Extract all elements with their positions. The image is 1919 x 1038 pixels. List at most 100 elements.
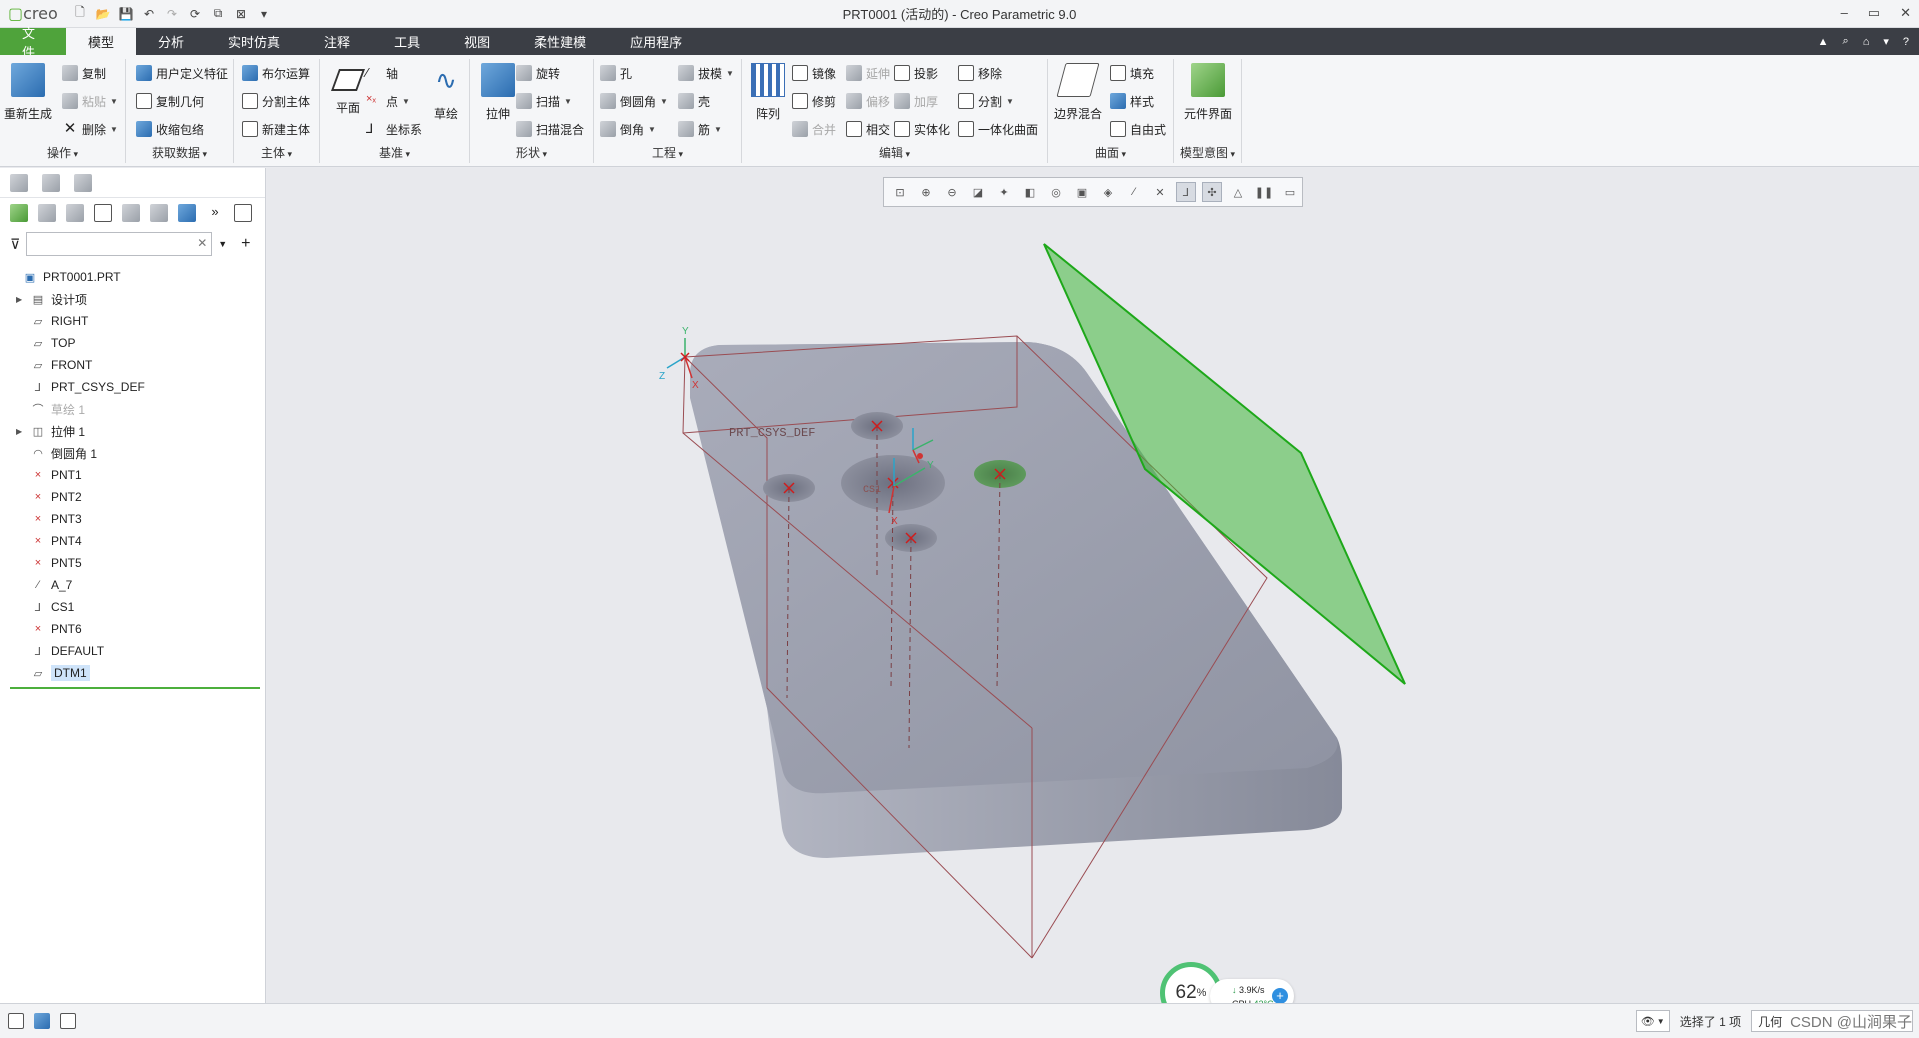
settings-icon[interactable] (178, 204, 196, 222)
regenerate-icon[interactable]: ⟳ (187, 6, 203, 22)
tree-search-input[interactable]: ✕ (26, 232, 213, 256)
fullscreen-icon[interactable] (60, 1013, 76, 1029)
body-icon[interactable] (10, 204, 28, 222)
rib-button[interactable]: 筋 ▼ (678, 119, 722, 139)
merge-button[interactable]: 合并 (792, 119, 836, 139)
udf-button[interactable]: 用户定义特征 (136, 63, 228, 83)
open-file-icon[interactable]: 📂 (95, 6, 111, 22)
community-icon[interactable]: ⌂ (1863, 36, 1870, 48)
chamfer-button[interactable]: 倒角 ▼ (600, 119, 656, 139)
style-button[interactable]: 样式 (1110, 91, 1154, 111)
hole-button[interactable]: 孔 (600, 63, 632, 83)
selection-count[interactable]: 选择了 1 项 (1680, 1013, 1741, 1030)
new-body-button[interactable]: 新建主体 (242, 119, 310, 139)
mirror-button[interactable]: 镜像 (792, 63, 836, 83)
tree-item[interactable]: × PNT1 (0, 464, 265, 486)
project-button[interactable]: 投影 (894, 63, 938, 83)
regenerate-button[interactable]: 重新生成 (2, 63, 54, 122)
redo-icon[interactable]: ↷ (164, 6, 180, 22)
group-label-model-intent[interactable]: 模型意图 (1174, 144, 1241, 161)
notes-icon[interactable] (234, 204, 252, 222)
search-icon[interactable]: ⌕ (1843, 35, 1849, 48)
tree-item[interactable]: ▱ DTM1 (0, 662, 265, 684)
save-icon[interactable]: 💾 (118, 6, 134, 22)
tree-list-icon[interactable] (38, 204, 56, 222)
customize-qa-icon[interactable]: ▾ (256, 6, 272, 22)
tree-root[interactable]: ▣ PRT0001.PRT (0, 266, 265, 288)
tab-tools[interactable]: 工具 (372, 28, 442, 55)
boolean-button[interactable]: 布尔运算 (242, 63, 310, 83)
chevron-down-icon[interactable]: ▼ (218, 239, 227, 249)
minimize-button[interactable]: – (1841, 5, 1848, 21)
remove-button[interactable]: 移除 (958, 63, 1002, 83)
tree-item[interactable]: ⁄ A_7 (0, 574, 265, 596)
restore-button[interactable]: ▭ (1868, 5, 1880, 21)
offset-button[interactable]: 偏移 (846, 91, 890, 111)
extend-button[interactable]: 延伸 (846, 63, 890, 83)
insert-here-marker[interactable] (10, 687, 260, 689)
freestyle-button[interactable]: 自由式 (1110, 119, 1166, 139)
paste-button[interactable]: 粘贴 ▼ (62, 91, 118, 111)
sweep-button[interactable]: 扫描 ▼ (516, 91, 572, 111)
fill-button[interactable]: 填充 (1110, 63, 1154, 83)
delete-button[interactable]: ✕ 删除 ▼ (62, 119, 118, 139)
tab-live-simulation[interactable]: 实时仿真 (206, 28, 302, 55)
close-window-icon[interactable]: ⊠ (233, 6, 249, 22)
add-icon[interactable]: + (241, 235, 250, 253)
tree-detail-icon[interactable] (66, 204, 84, 222)
csys-button[interactable]: ⅃ 坐标系 (366, 119, 422, 139)
tree-item[interactable]: ⅃ CS1 (0, 596, 265, 618)
add-icon[interactable]: + (1272, 988, 1288, 1004)
trim-button[interactable]: 修剪 (792, 91, 836, 111)
tree-item[interactable]: ⌒ 草绘 1 (0, 398, 265, 420)
graphics-window[interactable]: ⊡ ⊕ ⊖ ◪ ✦ ◧ ◎ ▣ ◈ ⁄ ✕ ⅃ ✣ △ ❚❚ ▭ Y X CS1… (267, 168, 1919, 1024)
tree-item[interactable]: ▱ RIGHT (0, 310, 265, 332)
tab-annotate[interactable]: 注释 (302, 28, 372, 55)
group-label-engineering[interactable]: 工程 (594, 144, 741, 161)
tree-item[interactable]: ⅃ PRT_CSYS_DEF (0, 376, 265, 398)
tree-item[interactable]: × PNT4 (0, 530, 265, 552)
tab-model[interactable]: 模型 (66, 28, 137, 55)
tree-item[interactable]: ▶ ◫ 拉伸 1 (0, 420, 265, 442)
tab-analysis[interactable]: 分析 (136, 28, 206, 55)
tree-item[interactable]: ▱ FRONT (0, 354, 265, 376)
tab-view[interactable]: 视图 (442, 28, 512, 55)
group-label-get-data[interactable]: 获取数据 (126, 144, 233, 161)
new-file-icon[interactable]: 🗋 (72, 5, 88, 22)
round-button[interactable]: 倒圆角 ▼ (600, 91, 668, 111)
tree-item[interactable]: ⅃ DEFAULT (0, 640, 265, 662)
tree-item[interactable]: × PNT5 (0, 552, 265, 574)
axis-button[interactable]: ⁄ 轴 (366, 63, 398, 83)
component-interface-button[interactable]: 元件界面 (1182, 63, 1234, 122)
group-label-surfaces[interactable]: 曲面 (1048, 144, 1173, 161)
group-label-operations[interactable]: 操作 (0, 144, 125, 161)
group-label-editing[interactable]: 编辑 (742, 144, 1047, 161)
split-button[interactable]: 分割 ▼ (958, 91, 1014, 111)
clear-icon[interactable]: ✕ (197, 236, 207, 250)
tree-item[interactable]: × PNT3 (0, 508, 265, 530)
help-icon[interactable]: ? (1903, 36, 1909, 48)
settings-icon[interactable]: ▾ (1883, 35, 1889, 48)
thicken-button[interactable]: 加厚 (894, 91, 938, 111)
split-body-button[interactable]: 分割主体 (242, 91, 310, 111)
pattern-button[interactable]: 阵列 (742, 63, 794, 122)
more-icon[interactable]: » (206, 204, 224, 222)
tree-columns-icon[interactable] (94, 204, 112, 222)
sketch-button[interactable]: ∿ 草绘 (420, 63, 472, 122)
point-button[interactable]: ×ₓ 点 ▼ (366, 91, 410, 111)
tree-item[interactable]: ▶ ▤ 设计项 (0, 288, 265, 310)
solidify-button[interactable]: 实体化 (894, 119, 950, 139)
show-icon[interactable] (122, 204, 140, 222)
show-browser-icon[interactable] (34, 1013, 50, 1029)
collapse-ribbon-icon[interactable]: ▲ (1818, 36, 1829, 48)
expand-icon[interactable]: ▶ (16, 295, 28, 304)
tree-filter-icon[interactable] (150, 204, 168, 222)
group-label-shapes[interactable]: 形状 (470, 144, 593, 161)
boundary-blend-button[interactable]: 边界混合 (1052, 63, 1104, 122)
tree-item[interactable]: ◠ 倒圆角 1 (0, 442, 265, 464)
favorites-tab-icon[interactable] (74, 173, 92, 192)
revolve-button[interactable]: 旋转 (516, 63, 560, 83)
close-button[interactable]: ✕ (1900, 5, 1911, 21)
copy-button[interactable]: 复制 (62, 63, 106, 83)
tree-item[interactable]: ▱ TOP (0, 332, 265, 354)
